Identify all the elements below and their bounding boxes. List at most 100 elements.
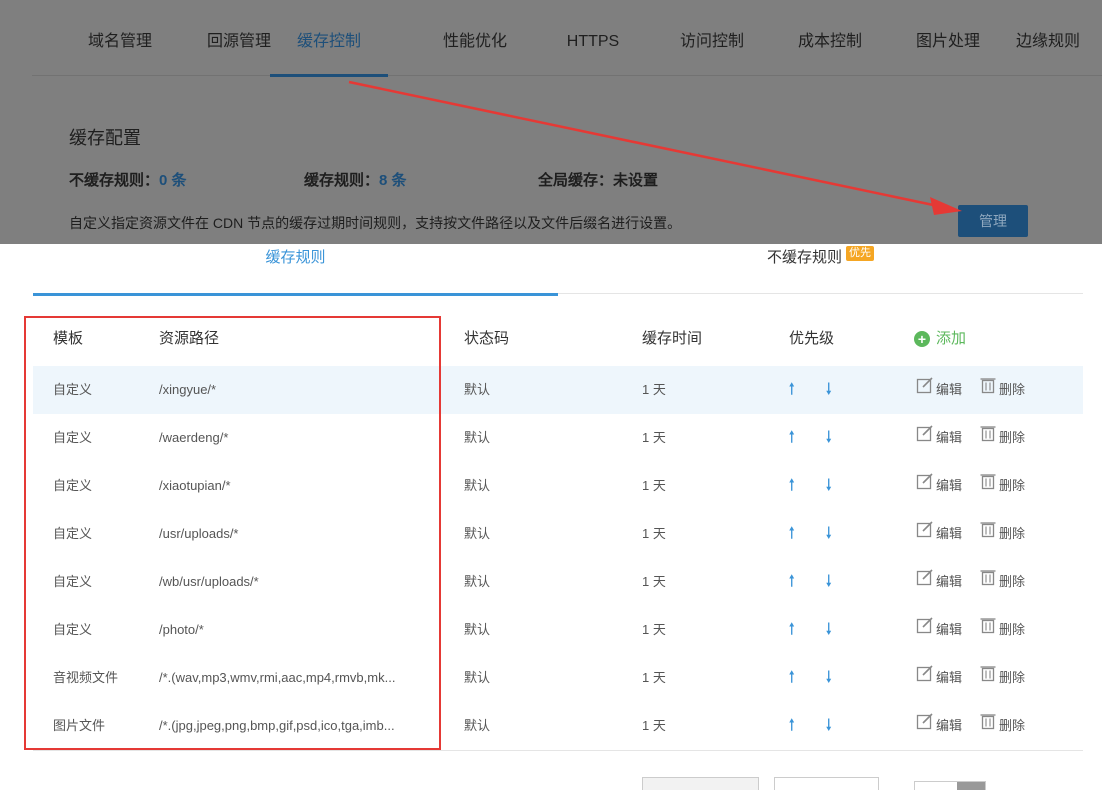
arrow-down-icon[interactable]: 🠓 — [826, 366, 831, 414]
edit-button[interactable]: 编辑 — [916, 462, 962, 510]
trash-icon — [979, 654, 999, 702]
cell-status-code: 默认 — [464, 478, 491, 493]
arrow-down-icon[interactable]: 🠓 — [826, 462, 831, 510]
header-status-code: 状态码 — [464, 330, 510, 347]
edit-icon — [916, 366, 936, 414]
arrow-up-icon[interactable]: 🠑 — [789, 366, 794, 414]
edit-button[interactable]: 编辑 — [916, 702, 962, 750]
cell-cache-time: 1 天 — [642, 622, 666, 637]
no-cache-rules-stat: 不缓存规则：0 条 — [69, 169, 187, 190]
add-rule-button[interactable]: + 添加 — [914, 314, 966, 365]
edit-icon — [916, 654, 936, 702]
edit-button[interactable]: 编辑 — [916, 606, 962, 654]
nav-edge-rules[interactable]: 边缘规则 — [994, 0, 1102, 76]
trash-icon — [979, 510, 999, 558]
arrow-down-icon[interactable]: 🠓 — [826, 702, 831, 750]
cache-rules-stat: 缓存规则：8 条 — [304, 169, 407, 190]
delete-label: 删除 — [999, 430, 1026, 445]
global-cache-value: 未设置 — [613, 172, 659, 189]
arrow-down-icon[interactable]: 🠓 — [826, 510, 831, 558]
delete-label: 删除 — [999, 622, 1026, 637]
edit-icon — [916, 510, 936, 558]
delete-label: 删除 — [999, 526, 1026, 541]
arrow-up-icon[interactable]: 🠑 — [789, 702, 794, 750]
delete-label: 删除 — [999, 382, 1026, 397]
cell-status-code: 默认 — [464, 718, 491, 733]
edit-button[interactable]: 编辑 — [916, 558, 962, 606]
cell-status-code: 默认 — [464, 622, 491, 637]
top-nav: 域名管理 回源管理 缓存控制 性能优化 HTTPS 访问控制 成本控制 图片处理… — [32, 0, 1102, 77]
edit-label: 编辑 — [936, 622, 963, 637]
table-bottom-divider — [33, 750, 1083, 751]
no-cache-rules-label: 不缓存规则： — [69, 172, 160, 189]
edit-icon — [916, 558, 936, 606]
edit-icon — [916, 606, 936, 654]
delete-button[interactable]: 删除 — [979, 462, 1025, 510]
delete-button[interactable]: 删除 — [979, 366, 1025, 414]
bottom-input[interactable] — [774, 777, 879, 790]
cache-config-title: 缓存配置 — [69, 128, 141, 148]
trash-icon — [979, 606, 999, 654]
arrow-up-icon[interactable]: 🠑 — [789, 606, 794, 654]
nav-image[interactable]: 图片处理 — [889, 0, 1007, 76]
cell-status-code: 默认 — [464, 574, 491, 589]
delete-label: 删除 — [999, 670, 1026, 685]
delete-button[interactable]: 删除 — [979, 654, 1025, 702]
nav-domain[interactable]: 域名管理 — [61, 0, 179, 76]
trash-icon — [979, 702, 999, 750]
arrow-down-icon[interactable]: 🠓 — [826, 558, 831, 606]
nav-https[interactable]: HTTPS — [534, 0, 652, 76]
trash-icon — [979, 462, 999, 510]
no-cache-rules-count: 0 条 — [159, 172, 187, 189]
cell-cache-time: 1 天 — [642, 718, 666, 733]
delete-button[interactable]: 删除 — [979, 558, 1025, 606]
arrow-down-icon[interactable]: 🠓 — [826, 414, 831, 462]
cell-cache-time: 1 天 — [642, 478, 666, 493]
edit-icon — [916, 414, 936, 462]
nav-performance[interactable]: 性能优化 — [416, 0, 534, 76]
nav-access-control[interactable]: 访问控制 — [653, 0, 771, 76]
edit-button[interactable]: 编辑 — [916, 366, 962, 414]
edit-icon — [916, 702, 936, 750]
arrow-up-icon[interactable]: 🠑 — [789, 462, 794, 510]
rule-tabs: 缓存规则 不缓存规则 优先 — [33, 244, 1083, 296]
delete-label: 删除 — [999, 478, 1026, 493]
manage-button[interactable]: 管理 — [958, 205, 1028, 237]
delete-button[interactable]: 删除 — [979, 414, 1025, 462]
edit-label: 编辑 — [936, 478, 963, 493]
delete-label: 删除 — [999, 718, 1026, 733]
trash-icon — [979, 366, 999, 414]
nav-cache-control[interactable]: 缓存控制 — [270, 0, 388, 77]
tab-no-cache-rules-label: 不缓存规则 — [766, 249, 842, 266]
bottom-select[interactable] — [642, 777, 759, 790]
edit-button[interactable]: 编辑 — [916, 510, 962, 558]
tab-cache-rules[interactable]: 缓存规则 — [33, 244, 558, 296]
edit-button[interactable]: 编辑 — [916, 654, 962, 702]
delete-button[interactable]: 删除 — [979, 606, 1025, 654]
tab-no-cache-rules[interactable]: 不缓存规则 优先 — [558, 244, 1083, 294]
bottom-toggle[interactable] — [914, 781, 986, 790]
arrow-up-icon[interactable]: 🠑 — [789, 510, 794, 558]
edit-label: 编辑 — [936, 382, 963, 397]
header-priority: 优先级 — [789, 330, 835, 347]
edit-button[interactable]: 编辑 — [916, 414, 962, 462]
delete-button[interactable]: 删除 — [979, 702, 1025, 750]
global-cache-label: 全局缓存： — [538, 172, 614, 189]
arrow-up-icon[interactable]: 🠑 — [789, 414, 794, 462]
cell-cache-time: 1 天 — [642, 526, 666, 541]
add-label: 添加 — [936, 330, 967, 347]
cell-status-code: 默认 — [464, 526, 491, 541]
bottom-partial-area — [0, 770, 1102, 790]
trash-icon — [979, 558, 999, 606]
global-cache-stat: 全局缓存：未设置 — [538, 169, 658, 190]
cell-cache-time: 1 天 — [642, 574, 666, 589]
arrow-down-icon[interactable]: 🠓 — [826, 654, 831, 702]
arrow-down-icon[interactable]: 🠓 — [826, 606, 831, 654]
nav-cost-control[interactable]: 成本控制 — [771, 0, 889, 76]
arrow-up-icon[interactable]: 🠑 — [789, 654, 794, 702]
edit-label: 编辑 — [936, 430, 963, 445]
arrow-up-icon[interactable]: 🠑 — [789, 558, 794, 606]
delete-button[interactable]: 删除 — [979, 510, 1025, 558]
priority-badge: 优先 — [846, 246, 874, 261]
cell-cache-time: 1 天 — [642, 670, 666, 685]
